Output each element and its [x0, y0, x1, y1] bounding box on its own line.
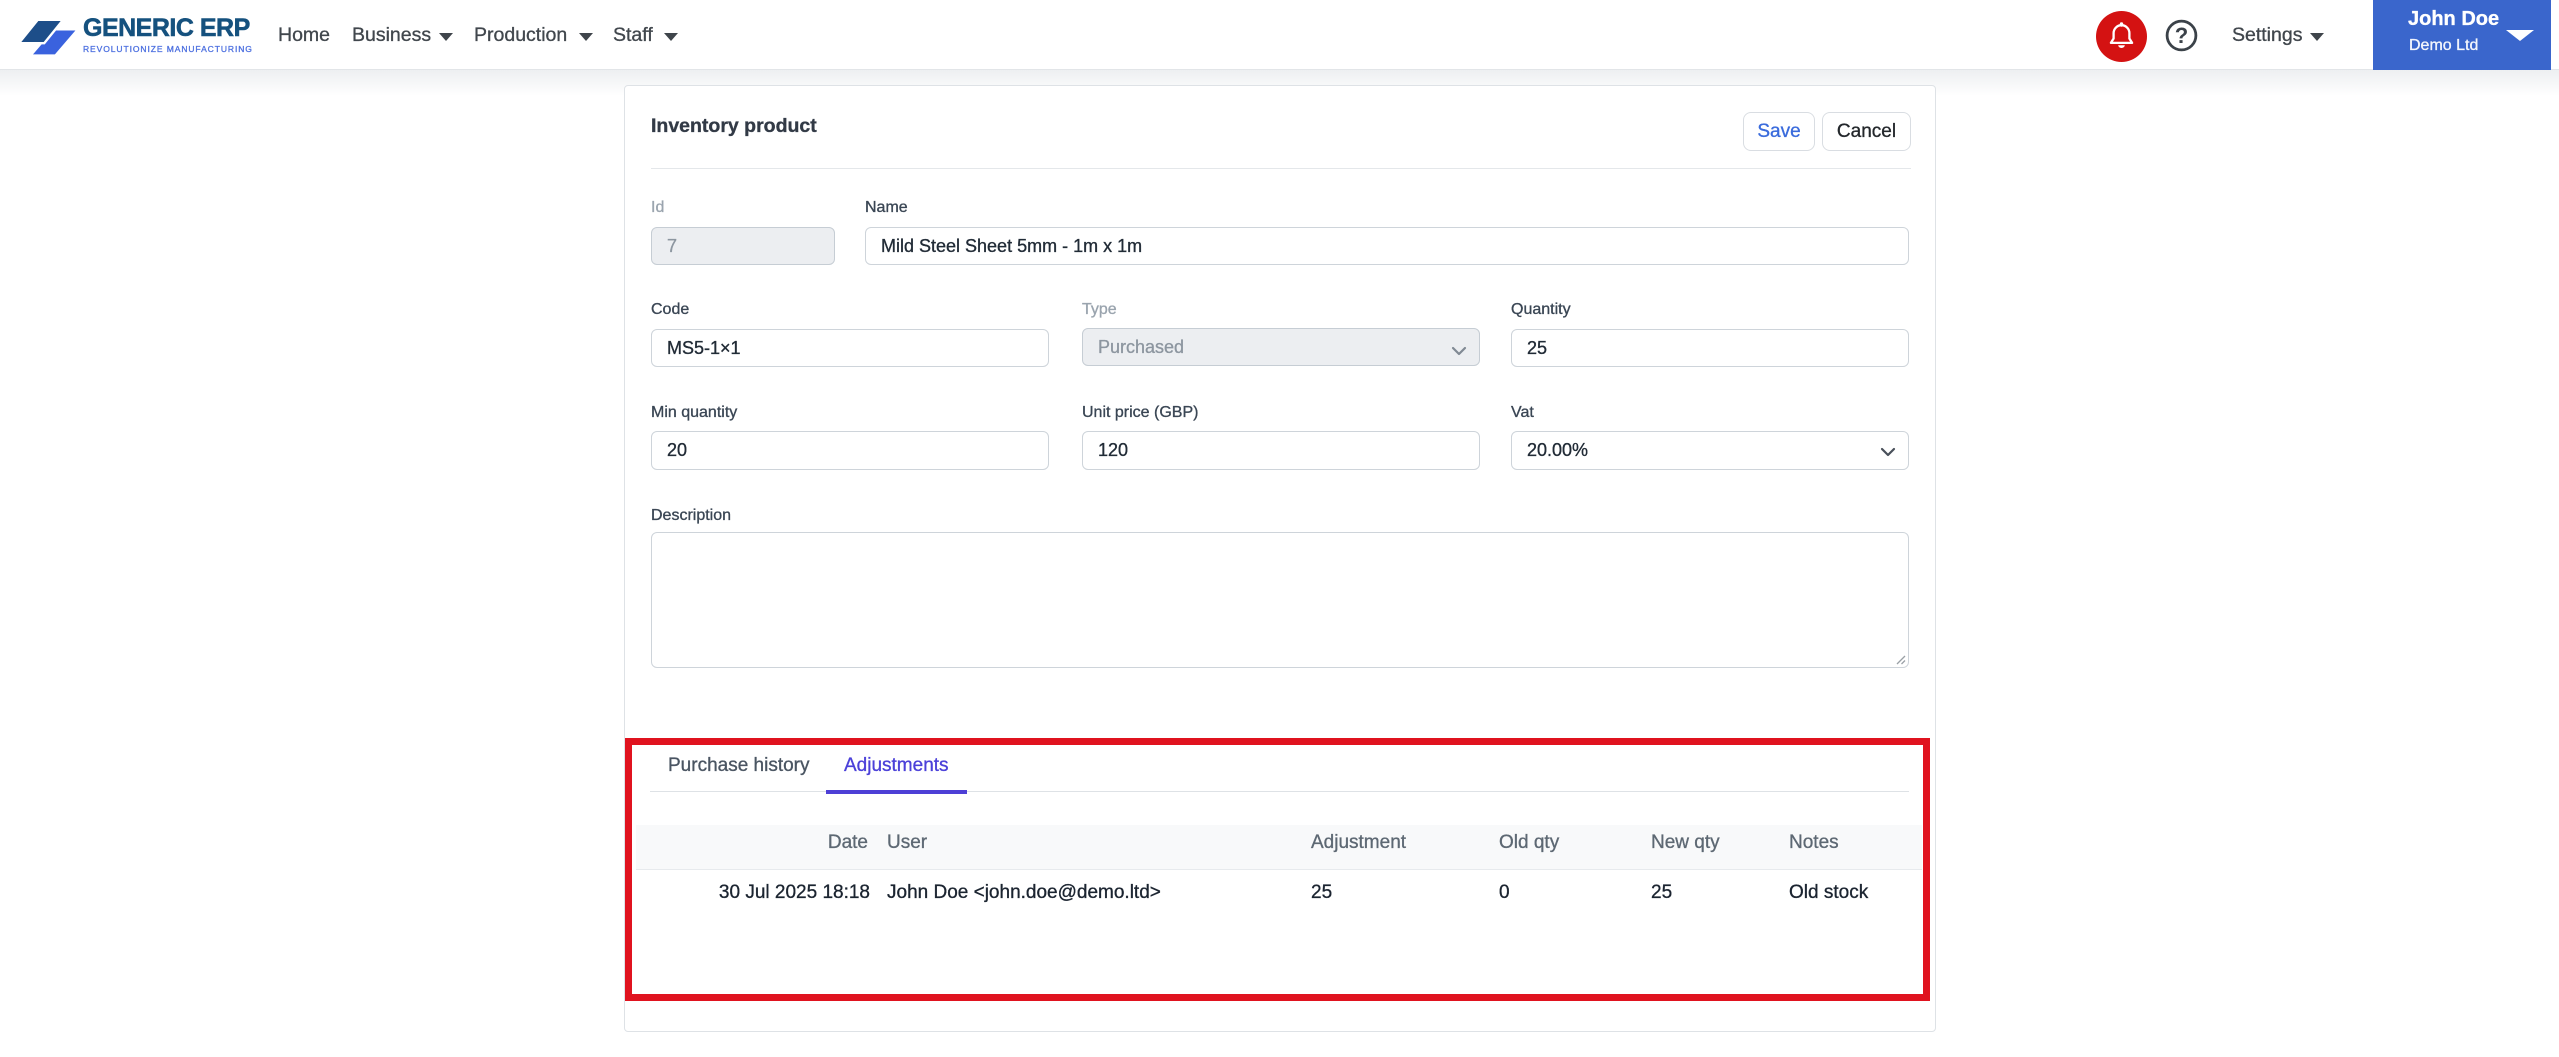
svg-text:?: ? [2175, 23, 2188, 48]
